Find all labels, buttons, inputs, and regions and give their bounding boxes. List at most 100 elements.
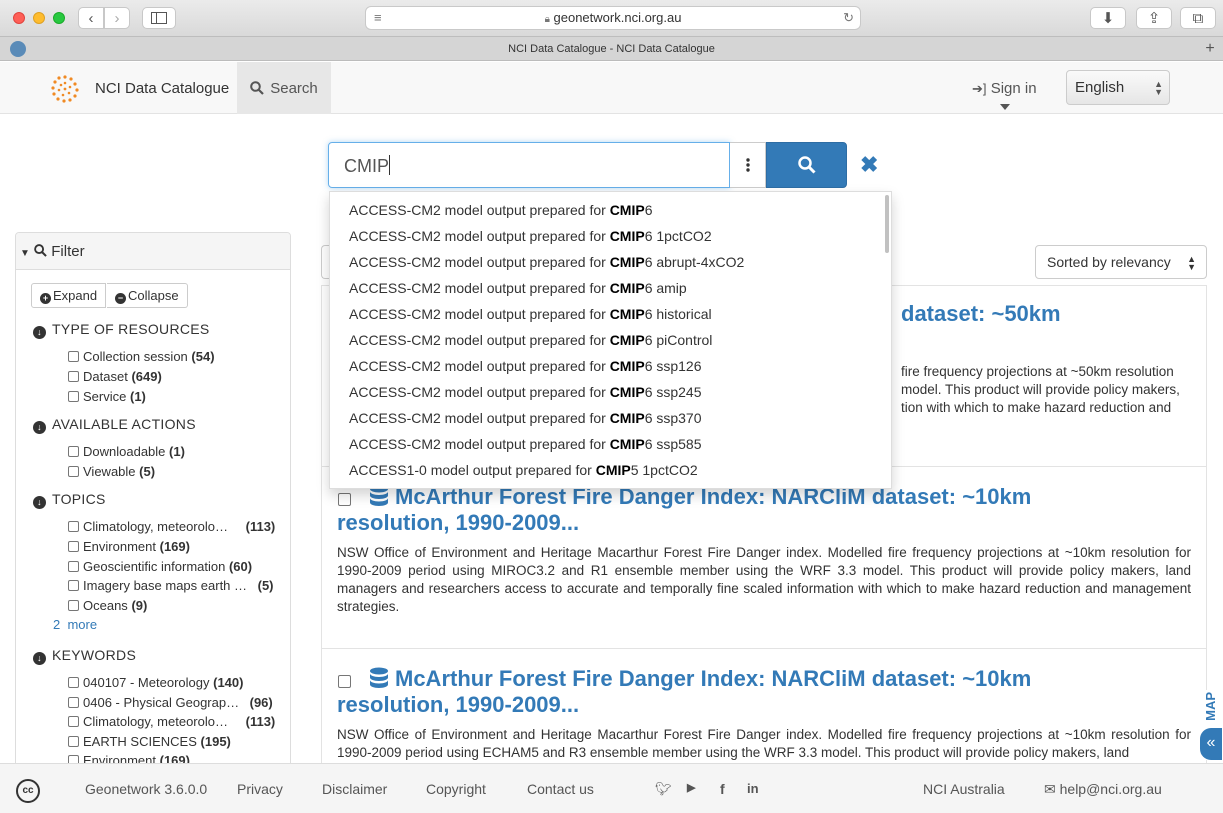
suggestion-prefix: ACCESS-CM2 model output prepared for (349, 332, 610, 348)
facet-item[interactable]: Imagery base maps earth … (5) (68, 578, 274, 593)
sign-in-label: Sign in (990, 80, 1037, 97)
footer-copyright-link[interactable]: Copyright (426, 781, 486, 797)
facet-checkbox[interactable] (68, 446, 79, 457)
footer-org-link[interactable]: NCI Australia (923, 781, 1005, 797)
facet-checkbox[interactable] (68, 561, 79, 572)
facet-checkbox[interactable] (68, 391, 79, 402)
facet-item[interactable]: Climatology, meteorolo… (113) (68, 519, 275, 534)
search-options-button[interactable] (730, 142, 766, 188)
address-bar[interactable]: ≡ 🔒︎ geonetwork.nci.org.au ↻ (365, 6, 861, 30)
nav-search-tab[interactable]: Search (237, 62, 331, 114)
forward-button[interactable]: › (104, 7, 130, 29)
sort-select[interactable]: Sorted by relevancy ▲ ▼ (1035, 245, 1207, 279)
caret-down-icon[interactable] (1000, 104, 1010, 110)
suggestion-item[interactable]: ACCESS-CM2 model output prepared for CMI… (330, 275, 891, 301)
facet-item[interactable]: 0406 - Physical Geograp… (96) (68, 695, 273, 710)
facet-item-label: Service (83, 389, 127, 404)
map-label[interactable]: MAP (1203, 692, 1218, 721)
facet-item[interactable]: Viewable (5) (68, 464, 155, 479)
expand-map-button[interactable]: « (1200, 728, 1222, 760)
reload-icon[interactable]: ↻ (843, 7, 854, 29)
facet-item[interactable]: Downloadable (1) (68, 444, 185, 459)
sign-in-link[interactable]: ➔] Sign in (972, 80, 1037, 97)
facet-checkbox[interactable] (68, 716, 79, 727)
suggestion-suffix: 6 ssp245 (644, 384, 702, 400)
maximize-window-button[interactable] (53, 12, 65, 24)
suggestion-item[interactable]: ACCESS-CM2 model output prepared for CMI… (330, 405, 891, 431)
downloads-button[interactable]: ⬇ (1090, 7, 1126, 29)
suggestion-item[interactable]: ACCESS-CM2 model output prepared for CMI… (330, 223, 891, 249)
close-window-button[interactable] (13, 12, 25, 24)
tabs-button[interactable]: ⧉ (1180, 7, 1216, 29)
suggestion-item[interactable]: ACCESS-CM2 model output prepared for CMI… (330, 379, 891, 405)
facet-checkbox[interactable] (68, 521, 79, 532)
suggestion-item[interactable]: ACCESS-CM2 model output prepared for CMI… (330, 197, 891, 223)
result-title[interactable]: McArthur Forest Fire Danger Index: NARCl… (369, 666, 1031, 692)
topics-more-link[interactable]: 2 more (53, 617, 97, 632)
suggestion-item[interactable]: ACCESS1-0 model output prepared for CMIP… (330, 457, 891, 483)
result-title-continued[interactable]: resolution, 1990-2009... (337, 510, 579, 536)
facet-checkbox[interactable] (68, 371, 79, 382)
facet-item[interactable]: Geoscientific information (60) (68, 559, 252, 574)
suggestion-item[interactable]: ACCESS-CM2 model output prepared for CMI… (330, 249, 891, 275)
facet-title-topics[interactable]: ↓ TOPICS (33, 491, 106, 509)
linkedin-icon[interactable]: in (747, 781, 759, 796)
facet-checkbox[interactable] (68, 736, 79, 747)
facet-checkbox[interactable] (68, 697, 79, 708)
suggestion-item[interactable]: ACCESS-CM2 model output prepared for CMI… (330, 353, 891, 379)
facet-title-available-actions[interactable]: ↓ AVAILABLE ACTIONS (33, 416, 196, 434)
result-title-continued[interactable]: resolution, 1990-2009... (337, 692, 579, 718)
search-icon (250, 81, 265, 95)
suggestion-item[interactable]: ACCESS-CM2 model output prepared for CMI… (330, 301, 891, 327)
footer-email-link[interactable]: ✉ help@nci.org.au (1044, 781, 1162, 798)
suggestion-item[interactable]: ACCESS-CM2 model output prepared for CMI… (330, 327, 891, 353)
footer-disclaimer-link[interactable]: Disclaimer (322, 781, 387, 797)
share-button[interactable]: ⇪ (1136, 7, 1172, 29)
facet-checkbox[interactable] (68, 677, 79, 688)
suggestion-suffix: 6 piControl (644, 332, 713, 348)
facet-checkbox[interactable] (68, 541, 79, 552)
facet-checkbox[interactable] (68, 580, 79, 591)
facet-title-keywords[interactable]: ↓ KEYWORDS (33, 647, 136, 665)
facebook-icon[interactable]: f (720, 781, 725, 797)
search-submit-button[interactable] (766, 142, 847, 188)
search-input[interactable]: CMIP (328, 142, 730, 188)
facet-item[interactable]: Collection session (54) (68, 349, 215, 364)
facet-item[interactable]: EARTH SCIENCES (195) (68, 734, 231, 749)
result-select-checkbox[interactable] (338, 493, 351, 506)
footer-version[interactable]: Geonetwork 3.6.0.0 (85, 781, 207, 797)
chevron-right-icon: › (114, 9, 120, 27)
back-button[interactable]: ‹ (78, 7, 104, 29)
expand-button[interactable]: + Expand (31, 283, 107, 308)
facet-item[interactable]: 040107 - Meteorology (140) (68, 675, 243, 690)
facet-item[interactable]: Climatology, meteorolo… (113) (68, 714, 275, 729)
language-select[interactable]: English ▲ ▼ (1066, 70, 1170, 105)
facet-checkbox[interactable] (68, 600, 79, 611)
clear-search-icon[interactable]: ✖ (860, 152, 878, 178)
suggestion-item[interactable]: ACCESS-CM2 model output prepared for CMI… (330, 431, 891, 457)
facet-item-label: Environment (83, 539, 156, 554)
new-tab-button[interactable]: + (1201, 37, 1219, 61)
collapse-button[interactable]: − Collapse (107, 283, 188, 308)
result-title[interactable]: dataset: ~50km (901, 301, 1061, 327)
brand-link[interactable]: NCI Data Catalogue (95, 80, 229, 97)
result-select-checkbox[interactable] (338, 675, 351, 688)
creative-commons-icon[interactable]: cc (16, 779, 40, 803)
facet-item[interactable]: Oceans (9) (68, 598, 147, 613)
minimize-window-button[interactable] (33, 12, 45, 24)
filter-header[interactable]: ▼ Filter (16, 233, 290, 270)
browser-tab-title[interactable]: NCI Data Catalogue - NCI Data Catalogue (508, 43, 715, 55)
facet-checkbox[interactable] (68, 351, 79, 362)
footer-privacy-link[interactable]: Privacy (237, 781, 283, 797)
facet-title-type-of-resources[interactable]: ↓ TYPE OF RESOURCES (33, 321, 210, 339)
twitter-icon[interactable]: 🐦︎ (655, 781, 672, 797)
dropdown-scrollbar[interactable] (885, 195, 889, 253)
facet-checkbox[interactable] (68, 466, 79, 477)
footer-contact-link[interactable]: Contact us (527, 781, 594, 797)
facet-item[interactable]: Service (1) (68, 389, 146, 404)
facet-item[interactable]: Dataset (649) (68, 369, 162, 384)
sidebar-toggle-button[interactable] (142, 7, 176, 29)
youtube-icon[interactable]: ▶ (687, 781, 695, 794)
facet-title-label: KEYWORDS (52, 647, 137, 663)
facet-item[interactable]: Environment (169) (68, 539, 190, 554)
